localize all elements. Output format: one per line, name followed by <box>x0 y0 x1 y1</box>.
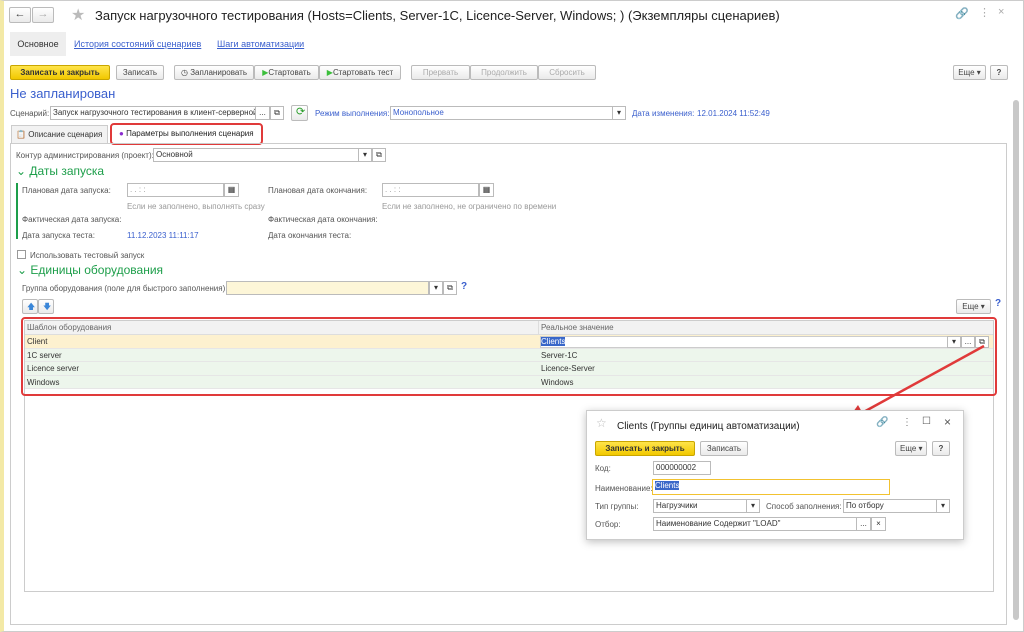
popup-title: Clients (Группы единиц автоматизации) <box>617 421 800 432</box>
popup-link-icon[interactable]: 🔗 <box>876 417 888 428</box>
popup-save-close-button[interactable]: Записать и закрыть <box>595 441 695 456</box>
filter-select-button[interactable]: ... <box>856 517 871 531</box>
filter-clear-icon[interactable]: × <box>871 517 886 531</box>
filter-field[interactable]: Наименование Содержит "LOAD" <box>653 517 857 531</box>
type-field[interactable]: Нагрузчики <box>653 499 747 513</box>
popup-more-vertical-icon[interactable]: ⋮ <box>902 417 912 428</box>
fill-dropdown-icon[interactable]: ▾ <box>936 499 950 513</box>
type-dropdown-icon[interactable]: ▾ <box>746 499 760 513</box>
fill-label: Способ заполнения: <box>766 502 842 511</box>
code-label: Код: <box>595 464 611 473</box>
filter-label: Отбор: <box>595 520 621 529</box>
popup-maximize-icon[interactable]: ☐ <box>922 416 931 427</box>
popup-close-icon[interactable]: × <box>944 415 951 429</box>
type-label: Тип группы: <box>595 502 639 511</box>
code-field[interactable]: 000000002 <box>653 461 711 475</box>
popup-more-button[interactable]: Еще ▾ <box>895 441 927 456</box>
popup-star-icon[interactable]: ☆ <box>596 416 607 430</box>
name-selected-text: Clients <box>655 481 680 490</box>
name-label: Наименование: <box>595 484 653 493</box>
popup-help-button[interactable]: ? <box>932 441 950 456</box>
name-field[interactable]: Clients <box>652 479 890 495</box>
popup-save-button[interactable]: Записать <box>700 441 748 456</box>
fill-field[interactable]: По отбору <box>843 499 937 513</box>
popup-more-label: Еще <box>900 444 917 453</box>
